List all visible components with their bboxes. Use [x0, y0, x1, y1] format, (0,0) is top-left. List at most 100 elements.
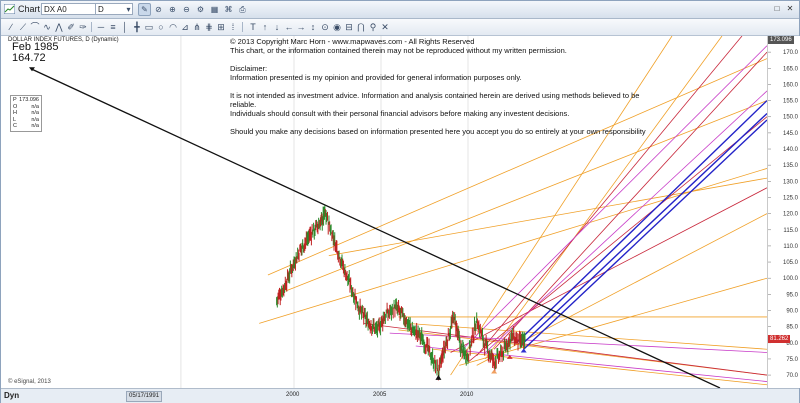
wave-tool-icon[interactable]: ∿ [41, 21, 53, 33]
target-tool-icon[interactable]: ⊙ [319, 21, 331, 33]
notice-opinion: Information presented is my opinion and … [230, 73, 522, 82]
chart-icon [4, 4, 15, 14]
annotation-price: 164.72 [12, 52, 46, 64]
y-tick-label: 95.0 [786, 292, 798, 298]
orange-fork-line [328, 177, 768, 256]
cursor-icon[interactable]: ⊘ [152, 3, 165, 16]
arrow-left-tool-icon[interactable]: ← [283, 21, 295, 33]
title-bar: Chart DX A0 ▾ D ▾ ✎ ⊘ ⊕ ⊖ ⚙ ▦ ⌘ ⎙ □ ✕ [1, 1, 799, 19]
y-tick-label: 155.0 [783, 99, 799, 105]
notice-responsibility: Should you make any decisions based on i… [230, 127, 646, 136]
text-tool-icon[interactable]: T [247, 21, 259, 33]
pivot-low-marker [435, 374, 442, 380]
chart-window: Chart DX A0 ▾ D ▾ ✎ ⊘ ⊕ ⊖ ⚙ ▦ ⌘ ⎙ □ ✕ ∕ … [0, 0, 800, 403]
pin-tool-icon[interactable]: ⚲ [367, 21, 379, 33]
circle-tool-icon[interactable]: ○ [155, 21, 167, 33]
y-tick-label: 130.0 [783, 179, 799, 185]
y-tick-label: 125.0 [783, 195, 799, 201]
pivot-marker [491, 369, 498, 374]
y-tick-label: 145.0 [783, 131, 799, 137]
date-marker: 05/17/1991 [126, 391, 163, 402]
interval-dropdown-icon[interactable]: ▾ [122, 3, 135, 16]
ray-tool-icon[interactable]: ⟋ [17, 21, 29, 33]
links-icon[interactable]: ⌘ [222, 3, 235, 16]
gann-tool-icon[interactable]: ⊞ [215, 21, 227, 33]
dynamic-mode-button[interactable]: Dyn [4, 391, 19, 400]
ohlc-box: P 173.096 On/a Hn/a Ln/a Cn/a [10, 95, 42, 132]
window-title: Chart [18, 4, 41, 14]
y-tick-label: 90.0 [786, 308, 798, 314]
vline-tool-icon[interactable]: │ [119, 21, 131, 33]
studies-icon[interactable]: ▦ [208, 3, 221, 16]
maximize-icon[interactable]: □ [772, 4, 782, 14]
fib-tool-icon[interactable]: ⋕ [203, 21, 215, 33]
line-tool-icon[interactable]: ∕ [5, 21, 17, 33]
x-tick-label: 2005 [373, 392, 387, 398]
red-fork-line [467, 116, 768, 363]
current-price-tag: 81.262 [768, 334, 791, 343]
notice-disclaimer-heading: Disclaimer: [230, 64, 268, 73]
y-tick-label: 110.0 [783, 244, 798, 250]
crosshair-icon[interactable]: ⊕ [166, 3, 179, 16]
notice-not-advice: It is not intended as investment advice.… [230, 91, 640, 109]
arrow-up-tool-icon[interactable]: ↑ [259, 21, 271, 33]
measure-tool-icon[interactable]: ↕ [307, 21, 319, 33]
y-tick-label: 160.0 [783, 82, 799, 88]
box-tool-icon[interactable]: ▭ [143, 21, 155, 33]
notice-consult: Individuals should consult with their pe… [230, 109, 570, 118]
y-tick-label: 135.0 [783, 163, 799, 169]
annotation-label: Feb 1985 164.72 [12, 42, 58, 64]
fan-tool-icon[interactable]: ⊿ [179, 21, 191, 33]
ohlc-row: Cn/a [13, 123, 39, 129]
pivot-marker [520, 348, 527, 353]
y-tick-label: 115.0 [783, 228, 798, 234]
copyright-notice: © 2013 Copyright Marc Horn - www.mapwave… [230, 37, 660, 136]
eye-tool-icon[interactable]: ◉ [331, 21, 343, 33]
curve-tool-icon[interactable]: ⌒ [29, 21, 41, 33]
y-tick-label: 140.0 [783, 147, 799, 153]
x-tick-label: 2000 [286, 392, 300, 398]
cross-tool-icon[interactable]: ╋ [131, 21, 143, 33]
notice-copyright: © 2013 Copyright Marc Horn - www.mapwave… [230, 37, 475, 46]
lock-tool-icon[interactable]: ⊟ [343, 21, 355, 33]
pen-tool-icon[interactable]: ✐ [65, 21, 77, 33]
print-icon[interactable]: ⎙ [236, 3, 249, 16]
red-fork-line [450, 187, 768, 353]
arrow-down-tool-icon[interactable]: ↓ [271, 21, 283, 33]
arc-tool-icon[interactable]: ◠ [167, 21, 179, 33]
arrow-right-tool-icon[interactable]: → [295, 21, 307, 33]
x-tick-label: 2010 [460, 392, 474, 398]
toolbar-separator [242, 22, 243, 32]
zoom-icon[interactable]: ⊖ [180, 3, 193, 16]
magnet-tool-icon[interactable]: ⋂ [355, 21, 367, 33]
y-tick-label: 170.0 [783, 50, 799, 56]
y-tick-label: 85.0 [786, 325, 798, 331]
hline-tool-icon[interactable]: ─ [95, 21, 107, 33]
draw-tool-icon[interactable]: ✎ [138, 3, 151, 16]
top-price-tag: 173.096 [768, 36, 794, 44]
blue-median-line [523, 119, 768, 350]
watermark: © eSignal, 2013 [8, 379, 51, 385]
tools-icon[interactable]: ⚙ [194, 3, 207, 16]
pitchfork-tool-icon[interactable]: ⋔ [191, 21, 203, 33]
toolbar-separator [91, 22, 92, 32]
cycle-tool-icon[interactable]: ⁞ [227, 21, 239, 33]
channel-tool-icon[interactable]: ≡ [107, 21, 119, 33]
blue-median-line [519, 112, 768, 347]
blue-median-line [516, 100, 768, 344]
time-axis[interactable]: Dyn 05/17/1991 2000 2005 2010 [1, 388, 799, 403]
y-tick-label: 165.0 [783, 66, 799, 72]
y-tick-label: 75.0 [786, 357, 798, 363]
y-tick-label: 100.0 [783, 276, 799, 282]
y-tick-label: 150.0 [783, 115, 799, 121]
notice-reproduction: This chart, or the information contained… [230, 46, 567, 55]
y-tick-label: 120.0 [783, 212, 799, 218]
delete-tool-icon[interactable]: ✕ [379, 21, 391, 33]
brush-tool-icon[interactable]: ✑ [77, 21, 89, 33]
window-controls: □ ✕ [772, 4, 795, 14]
zigzag-tool-icon[interactable]: ⋀ [53, 21, 65, 33]
y-tick-label: 105.0 [783, 260, 799, 266]
close-icon[interactable]: ✕ [785, 4, 795, 14]
drawing-toolbar: ∕ ⟋ ⌒ ∿ ⋀ ✐ ✑ ─ ≡ │ ╋ ▭ ○ ◠ ⊿ ⋔ ⋕ ⊞ ⁞ T … [1, 19, 799, 36]
y-tick-label: 70.0 [786, 373, 798, 379]
